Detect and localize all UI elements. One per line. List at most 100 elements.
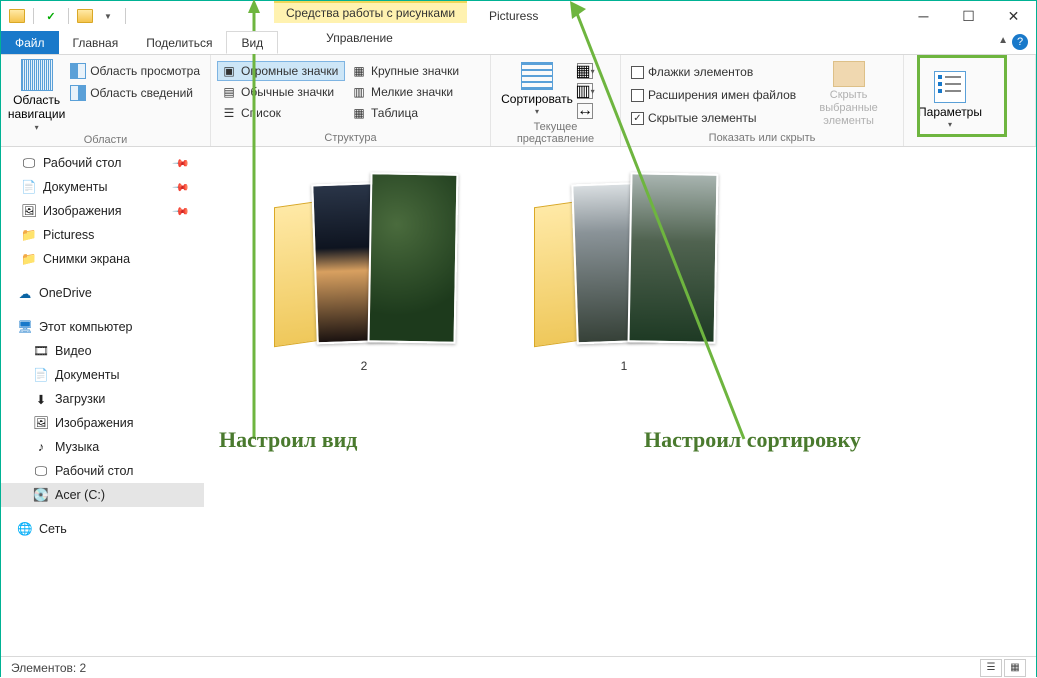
details-pane-button[interactable]: Область сведений bbox=[66, 83, 204, 103]
new-folder-qat-button[interactable] bbox=[77, 9, 93, 23]
details-pane-icon bbox=[70, 85, 86, 101]
list-icon: ☰ bbox=[221, 105, 237, 121]
nav-item-icon: ♪ bbox=[33, 439, 49, 455]
nav-quick-item[interactable]: 🖼Изображения📌 bbox=[1, 199, 204, 223]
nav-pc-item[interactable]: ♪Музыка bbox=[1, 435, 204, 459]
properties-qat-button[interactable]: ✓ bbox=[42, 7, 60, 25]
status-item-count: 2 bbox=[80, 661, 87, 675]
details-pane-label: Область сведений bbox=[90, 86, 193, 100]
group-label-panes: Области bbox=[7, 132, 204, 148]
folder-item[interactable]: 1 bbox=[524, 155, 724, 373]
preview-pane-label: Область просмотра bbox=[90, 64, 200, 78]
nav-item-label: Документы bbox=[43, 180, 107, 194]
close-button[interactable]: ✕ bbox=[991, 2, 1036, 31]
tab-view[interactable]: Вид bbox=[226, 31, 278, 54]
nav-item-icon: 🖼 bbox=[33, 415, 49, 431]
qat-customize-dropdown[interactable]: ▼ bbox=[99, 7, 117, 25]
item-checkboxes-label: Флажки элементов bbox=[648, 65, 753, 79]
chevron-down-icon: ▾ bbox=[948, 120, 952, 130]
size-columns-button[interactable]: ↔ bbox=[577, 103, 593, 119]
maximize-button[interactable]: ☐ bbox=[946, 2, 991, 31]
window-controls: ─ ☐ ✕ bbox=[901, 2, 1036, 31]
nav-network[interactable]: 🌐 Сеть bbox=[1, 517, 204, 541]
ribbon-tabs: Файл Главная Поделиться Вид Управление ▲… bbox=[1, 31, 1036, 55]
item-checkboxes-toggle[interactable]: Флажки элементов bbox=[627, 63, 800, 81]
tab-file[interactable]: Файл bbox=[1, 31, 59, 54]
quick-access-toolbar: ✓ ▼ bbox=[1, 7, 128, 25]
nav-item-icon: 📁 bbox=[21, 227, 37, 243]
medium-icons-icon: ▤ bbox=[221, 84, 237, 100]
layout-small-icons[interactable]: ▥ Мелкие значки bbox=[347, 82, 475, 102]
nav-item-label: Рабочий стол bbox=[43, 156, 121, 170]
tab-share[interactable]: Поделиться bbox=[132, 31, 226, 54]
navigation-pane-button[interactable]: Область навигации ▾ bbox=[7, 59, 66, 132]
navigation-pane-label: Область навигации bbox=[7, 93, 66, 122]
nav-item-icon: ⬇ bbox=[33, 391, 49, 407]
thumbnails-view-button[interactable]: ▦ bbox=[1004, 659, 1026, 677]
preview-pane-button[interactable]: Область просмотра bbox=[66, 61, 204, 81]
options-icon bbox=[934, 71, 966, 103]
nav-quick-item[interactable]: 📁 Снимки экрана bbox=[1, 247, 204, 271]
nav-pc-item[interactable]: 📄Документы bbox=[1, 363, 204, 387]
pin-icon: 📌 bbox=[172, 178, 191, 197]
checkbox-checked-icon: ✓ bbox=[631, 112, 644, 125]
layout-huge-label: Огромные значки bbox=[241, 64, 338, 78]
hidden-items-toggle[interactable]: ✓ Скрытые элементы bbox=[627, 109, 800, 127]
help-icon[interactable]: ? bbox=[1012, 34, 1028, 50]
title-bar: ✓ ▼ Средства работы с рисунками Pictures… bbox=[1, 1, 1036, 31]
group-by-button[interactable]: ▦▾ bbox=[577, 63, 593, 79]
window-title: Picturess bbox=[489, 9, 538, 23]
status-item-count-label: Элементов: bbox=[11, 661, 76, 675]
file-extensions-toggle[interactable]: Расширения имен файлов bbox=[627, 86, 800, 104]
layout-large-icons[interactable]: ▦ Крупные значки bbox=[347, 61, 475, 81]
layout-list-label: Список bbox=[241, 106, 281, 120]
nav-pc-item[interactable]: ⬇Загрузки bbox=[1, 387, 204, 411]
ribbon-group-current-view: Сортировать ▾ ▦▾ ▥▾ ↔ Текущее представле… bbox=[491, 55, 621, 146]
nav-quick-item[interactable]: 📁Picturess bbox=[1, 223, 204, 247]
nav-onedrive[interactable]: ☁ OneDrive bbox=[1, 281, 204, 305]
layout-huge-icons[interactable]: ▣ Огромные значки bbox=[217, 61, 345, 81]
content-area[interactable]: 21 Настроил вид Настроил сортировку bbox=[204, 147, 1036, 656]
tab-home[interactable]: Главная bbox=[59, 31, 133, 54]
hidden-items-label: Скрытые элементы bbox=[648, 111, 757, 125]
nav-this-pc[interactable]: 🖥 Этот компьютер bbox=[1, 315, 204, 339]
folder-item[interactable]: 2 bbox=[264, 155, 464, 373]
options-button[interactable]: Параметры ▾ bbox=[910, 59, 990, 142]
folder-thumbnail bbox=[264, 155, 464, 355]
checkbox-icon bbox=[631, 66, 644, 79]
sort-button[interactable]: Сортировать ▾ bbox=[497, 59, 577, 119]
tab-manage[interactable]: Управление bbox=[274, 31, 445, 45]
navigation-pane[interactable]: 🖵Рабочий стол📌📄Документы📌🖼Изображения📌📁P… bbox=[1, 147, 204, 656]
layout-medium-icons[interactable]: ▤ Обычные значки bbox=[217, 82, 345, 102]
group-label-current-view: Текущее представление bbox=[497, 119, 614, 147]
layout-table-label: Таблица bbox=[371, 106, 418, 120]
status-bar: Элементов: 2 ☰ ▦ bbox=[1, 656, 1036, 678]
nav-pc-item[interactable]: 🎞Видео bbox=[1, 339, 204, 363]
nav-item-label: Изображения bbox=[55, 416, 134, 430]
annotation-text-sort: Настроил сортировку bbox=[644, 427, 861, 453]
layout-list[interactable]: ☰ Список bbox=[217, 103, 345, 123]
nav-pc-item[interactable]: 💽Acer (C:) bbox=[1, 483, 204, 507]
group-label-options bbox=[910, 142, 1029, 146]
computer-icon: 🖥 bbox=[17, 319, 33, 335]
nav-pc-item[interactable]: 🖼 Изображения bbox=[1, 411, 204, 435]
nav-item-icon: 📁 bbox=[21, 251, 37, 267]
folder-thumbnail bbox=[524, 155, 724, 355]
preview-pane-icon bbox=[70, 63, 86, 79]
nav-quick-item[interactable]: 🖵 Рабочий стол 📌 bbox=[1, 151, 204, 175]
collapse-ribbon-button[interactable]: ▲ bbox=[998, 35, 1008, 46]
file-extensions-label: Расширения имен файлов bbox=[648, 88, 796, 102]
pin-icon: 📌 bbox=[172, 154, 191, 173]
nav-item-icon: 🖵 bbox=[21, 155, 37, 171]
huge-icons-icon: ▣ bbox=[221, 63, 237, 79]
nav-pc-item[interactable]: 🖵Рабочий стол bbox=[1, 459, 204, 483]
add-columns-button[interactable]: ▥▾ bbox=[577, 83, 593, 99]
nav-quick-item[interactable]: 📄Документы📌 bbox=[1, 175, 204, 199]
layout-table[interactable]: ▦ Таблица bbox=[347, 103, 475, 123]
ribbon: Область навигации ▾ Область просмотра Об… bbox=[1, 55, 1036, 147]
minimize-button[interactable]: ─ bbox=[901, 2, 946, 31]
ribbon-group-layout: ▣ Огромные значки ▦ Крупные значки ▤ Обы… bbox=[211, 55, 491, 146]
details-view-button[interactable]: ☰ bbox=[980, 659, 1002, 677]
nav-item-icon: 💽 bbox=[33, 487, 49, 503]
nav-item-label: Снимки экрана bbox=[43, 252, 130, 266]
